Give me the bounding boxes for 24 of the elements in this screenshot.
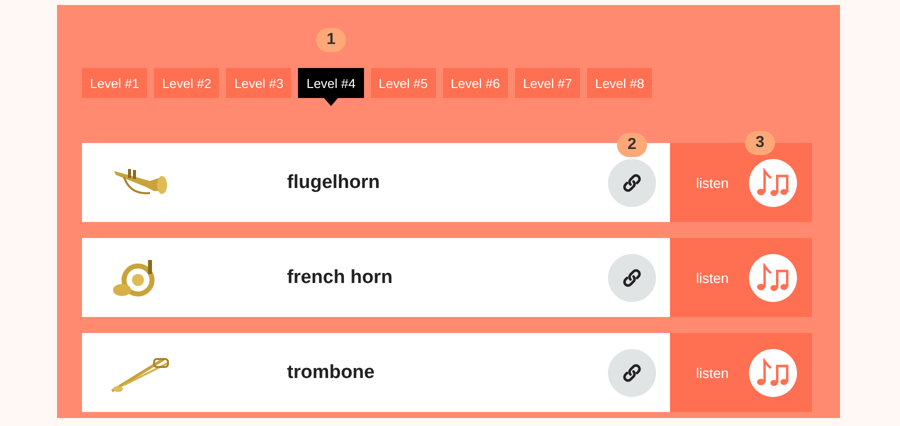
level-tab[interactable]: Level #1 xyxy=(82,68,148,98)
callout-badge: 2 xyxy=(617,132,647,156)
listen-label: listen xyxy=(696,270,729,286)
music-notes-icon xyxy=(756,262,790,292)
level-tab[interactable]: Level #6 xyxy=(442,68,508,98)
instrument-name: trombone xyxy=(287,362,376,384)
listen-label: listen xyxy=(696,364,729,380)
level-tab[interactable]: Level #5 xyxy=(370,68,436,98)
level-tab[interactable]: Level #7 xyxy=(514,68,580,98)
link-button[interactable] xyxy=(608,348,656,396)
instrument-name: flugelhorn xyxy=(287,172,381,194)
callout-badge: 1 xyxy=(316,28,346,52)
link-button[interactable] xyxy=(608,158,656,206)
level-tab[interactable]: Level #4 xyxy=(298,68,364,98)
listen-label: listen xyxy=(696,174,729,190)
level-tab[interactable]: Level #8 xyxy=(587,68,652,98)
instrument-name: french horn xyxy=(287,266,394,288)
callout-badge: 3 xyxy=(745,131,775,155)
music-notes-icon xyxy=(756,168,790,198)
music-notes-icon xyxy=(756,358,790,388)
tab-pointer-icon xyxy=(324,98,338,106)
level-tab[interactable]: Level #3 xyxy=(226,68,292,98)
level-tab[interactable]: Level #2 xyxy=(154,68,220,98)
link-button[interactable] xyxy=(608,254,656,302)
